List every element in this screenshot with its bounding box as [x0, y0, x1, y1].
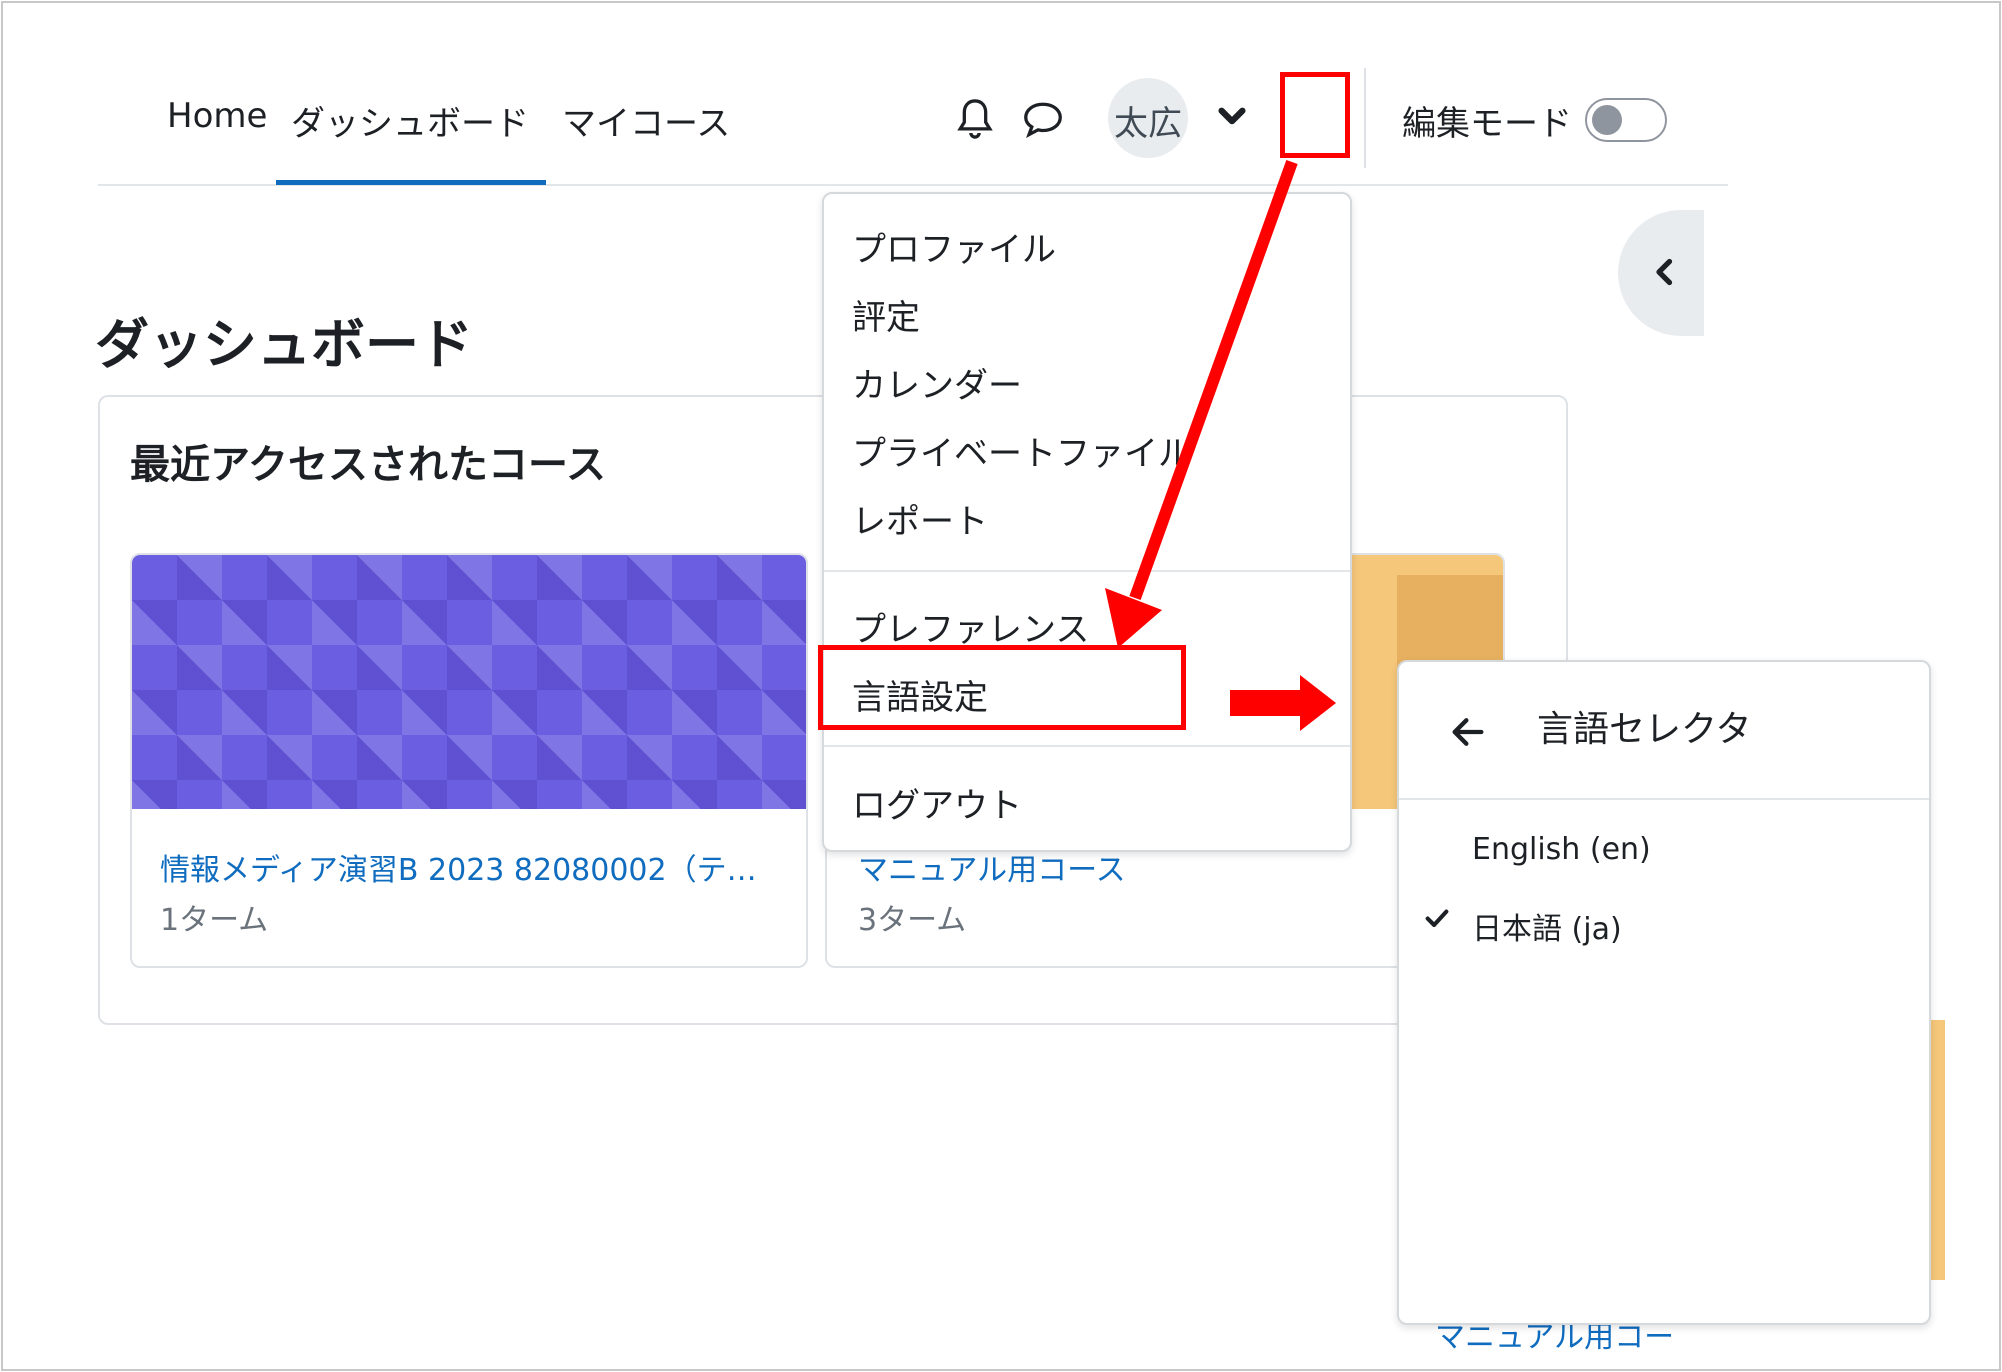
avatar-initials: 太広 — [1114, 104, 1182, 144]
toggle-knob — [1592, 105, 1622, 135]
nav-home-link[interactable]: Home — [167, 96, 267, 136]
nav-active-indicator — [276, 180, 546, 185]
edit-mode-label: 編集モード — [1402, 104, 1572, 144]
nav-mycourses-link[interactable]: マイコース — [562, 96, 730, 145]
menu-item-preferences[interactable]: プレファレンス — [852, 602, 1089, 651]
annotation-box-language — [818, 645, 1186, 730]
message-icon[interactable] — [1020, 96, 1066, 142]
check-icon — [1425, 909, 1449, 928]
menu-item-profile[interactable]: プロファイル — [852, 222, 1056, 271]
course-image[interactable] — [132, 555, 806, 809]
panel-divider — [1399, 798, 1929, 800]
chevron-left-icon — [1656, 258, 1673, 286]
course-term: 1ターム — [160, 903, 269, 938]
menu-item-private-files[interactable]: プライベートファイル — [852, 426, 1192, 475]
menu-item-calendar[interactable]: カレンダー — [852, 358, 1022, 407]
bell-icon[interactable] — [955, 96, 995, 142]
menu-divider — [824, 745, 1350, 747]
annotation-box-user-menu — [1280, 72, 1350, 158]
arrow-left-icon[interactable] — [1448, 712, 1488, 752]
nav-dashboard-link[interactable]: ダッシュボード — [291, 96, 529, 145]
language-option-ja[interactable]: 日本語 (ja) — [1472, 904, 1622, 948]
block-title: 最近アクセスされたコース — [130, 442, 606, 488]
top-navbar — [98, 0, 1728, 186]
edit-mode-toggle[interactable] — [1585, 98, 1667, 142]
course-term: 3ターム — [858, 903, 967, 938]
language-selector-panel — [1397, 660, 1931, 1325]
chevron-down-icon[interactable] — [1207, 92, 1257, 142]
menu-item-reports[interactable]: レポート — [852, 494, 988, 543]
course-name-link[interactable]: 情報メディア演習B 2023 82080002（テ… — [160, 845, 780, 889]
language-option-en[interactable]: English (en) — [1472, 832, 1651, 867]
menu-item-logout[interactable]: ログアウト — [852, 778, 1022, 827]
menu-item-grades[interactable]: 評定 — [852, 290, 920, 339]
menu-divider — [824, 570, 1350, 572]
language-selector-title: 言語セレクタ — [1537, 709, 1752, 750]
nav-divider — [1364, 68, 1366, 168]
page-title: ダッシュボード — [95, 313, 473, 376]
